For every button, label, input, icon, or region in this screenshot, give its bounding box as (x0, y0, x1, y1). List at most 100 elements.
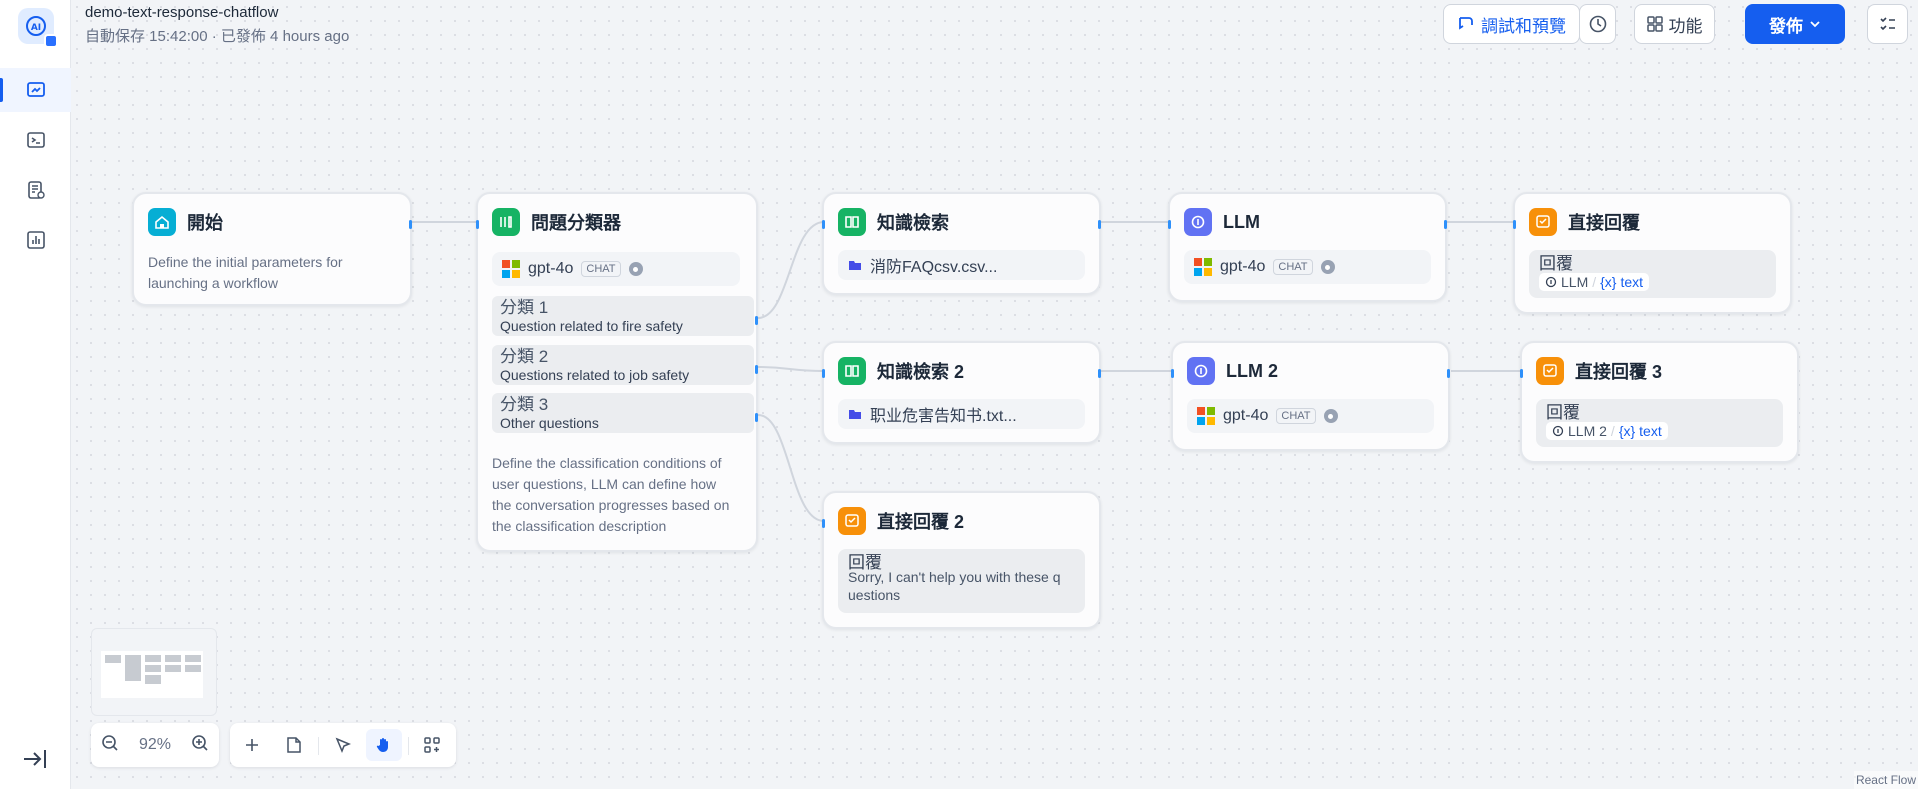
variable-chip[interactable]: LLM 2 / {x} text (1546, 422, 1668, 440)
class-name: 分類 3 (500, 395, 549, 414)
add-node-button[interactable] (234, 729, 270, 761)
target-handle[interactable] (822, 220, 825, 229)
zoom-in-button[interactable] (190, 733, 210, 758)
node-title: 知識檢索 (877, 213, 949, 233)
class-name: 分類 2 (500, 347, 549, 366)
variable-separator: / (1592, 274, 1597, 290)
class-desc: Question related to fire safety (500, 318, 683, 334)
desc-line: the conversation progresses based on (492, 497, 730, 513)
microsoft-icon (1194, 258, 1212, 276)
minimap[interactable] (91, 628, 217, 716)
reply-icon (1536, 357, 1564, 385)
answer-label: 回覆 (1539, 254, 1573, 273)
llm-icon (1545, 276, 1557, 288)
hand-icon (376, 738, 388, 752)
node-direct-answer[interactable]: 直接回覆 回覆 LLM / {x} text (1513, 192, 1792, 314)
target-handle[interactable] (1513, 220, 1516, 229)
node-title: LLM 2 (1226, 360, 1278, 381)
class-desc: Other questions (500, 415, 599, 431)
model-name: gpt-4o (528, 260, 574, 277)
node-start[interactable]: 開始 Define the initial parameters for lau… (132, 192, 412, 306)
target-handle[interactable] (1168, 220, 1171, 229)
desc-line: user questions, LLM can define how (492, 476, 717, 492)
llm-icon (1187, 357, 1215, 385)
canvas-tools (230, 723, 456, 767)
zoom-out-icon (102, 734, 118, 751)
source-handle[interactable] (1098, 369, 1101, 378)
node-title: 知識檢索 2 (877, 362, 965, 382)
target-handle[interactable] (476, 220, 479, 229)
node-title: 問題分類器 (531, 213, 621, 233)
folder-icon (849, 261, 861, 270)
note-icon (287, 737, 301, 753)
plus-icon (246, 739, 258, 751)
desc-line: Define the classification conditions of (492, 455, 722, 471)
reply-icon (838, 507, 866, 535)
answer-content: 回覆 LLM / {x} text (1529, 250, 1776, 298)
zoom-in-icon (191, 734, 208, 751)
node-description: Define the initial parameters for launch… (148, 252, 398, 294)
model-selector[interactable]: gpt-4o CHAT (1184, 250, 1431, 284)
zoom-level[interactable]: 92% (139, 736, 171, 754)
source-handle[interactable] (755, 413, 758, 422)
model-name: gpt-4o (1223, 407, 1269, 424)
zoom-controls: 92% (91, 723, 219, 767)
class-desc: Questions related to job safety (500, 367, 690, 383)
class-item[interactable]: 分類 1 Question related to fire safety (492, 296, 754, 336)
model-name: gpt-4o (1220, 258, 1266, 275)
source-handle[interactable] (1098, 220, 1101, 229)
target-handle[interactable] (1520, 369, 1523, 378)
class-item[interactable]: 分類 3 Other questions (492, 393, 754, 433)
node-knowledge-retrieval[interactable]: 知識檢索 消防FAQcsv.csv... (822, 192, 1101, 295)
dataset-name: 职业危害告知书.txt... (870, 408, 1017, 425)
node-llm-2[interactable]: LLM 2 gpt-4o CHAT (1171, 341, 1450, 451)
node-knowledge-retrieval-2[interactable]: 知識檢索 2 职业危害告知书.txt... (822, 341, 1101, 444)
node-title: 直接回覆 3 (1575, 362, 1663, 382)
source-handle[interactable] (1447, 369, 1450, 378)
microsoft-icon (1197, 407, 1215, 425)
node-title: 直接回覆 (1568, 213, 1640, 233)
source-handle[interactable] (1444, 220, 1447, 229)
desc-line: launching a workflow (148, 275, 278, 291)
mode-badge: CHAT (1276, 408, 1316, 424)
add-note-button[interactable] (276, 729, 312, 761)
react-flow-attribution[interactable]: React Flow (1853, 771, 1918, 789)
source-handle[interactable] (755, 316, 758, 325)
node-direct-answer-3[interactable]: 直接回覆 3 回覆 LLM 2 / {x} text (1520, 341, 1799, 463)
target-handle[interactable] (822, 519, 825, 528)
hand-mode-button[interactable] (366, 729, 402, 761)
edge-class1-knowledge1 (757, 221, 825, 319)
pointer-mode-button[interactable] (325, 729, 361, 761)
node-question-classifier[interactable]: 問題分類器 gpt-4o CHAT 分類 1 Question related … (476, 192, 758, 552)
node-llm[interactable]: LLM gpt-4o CHAT (1168, 192, 1447, 302)
pointer-icon (335, 737, 351, 753)
variable-chip[interactable]: LLM / {x} text (1539, 273, 1650, 291)
dataset-item[interactable]: 职业危害告知书.txt... (838, 399, 1085, 429)
target-handle[interactable] (1171, 369, 1174, 378)
class-item[interactable]: 分類 2 Questions related to job safety (492, 345, 754, 385)
source-handle[interactable] (409, 220, 412, 229)
answer-content: 回覆 LLM 2 / {x} text (1536, 399, 1783, 447)
target-handle[interactable] (822, 369, 825, 378)
source-handle[interactable] (755, 365, 758, 374)
organize-blocks-button[interactable] (414, 729, 450, 761)
model-selector[interactable]: gpt-4o CHAT (1187, 399, 1434, 433)
model-selector[interactable]: gpt-4o CHAT (492, 252, 740, 286)
folder-icon (849, 410, 861, 419)
variable-separator: / (1610, 423, 1615, 439)
reply-icon (1529, 208, 1557, 236)
book-icon (838, 208, 866, 236)
node-title: LLM (1223, 211, 1260, 232)
organize-icon (424, 737, 440, 753)
answer-text: Sorry, I can't help you with these q ues… (848, 568, 1075, 604)
dataset-item[interactable]: 消防FAQcsv.csv... (838, 250, 1085, 280)
zoom-out-button[interactable] (100, 733, 120, 758)
minimap-viewport (101, 651, 203, 698)
mode-badge: CHAT (581, 261, 621, 277)
edge-class3-answer2 (757, 414, 825, 522)
toolbar-divider (318, 737, 319, 755)
node-direct-answer-2[interactable]: 直接回覆 2 回覆 Sorry, I can't help you with t… (822, 491, 1101, 629)
variable-icon: {x} (1618, 423, 1636, 439)
variable-name: text (1639, 423, 1662, 439)
vision-icon (628, 262, 643, 276)
